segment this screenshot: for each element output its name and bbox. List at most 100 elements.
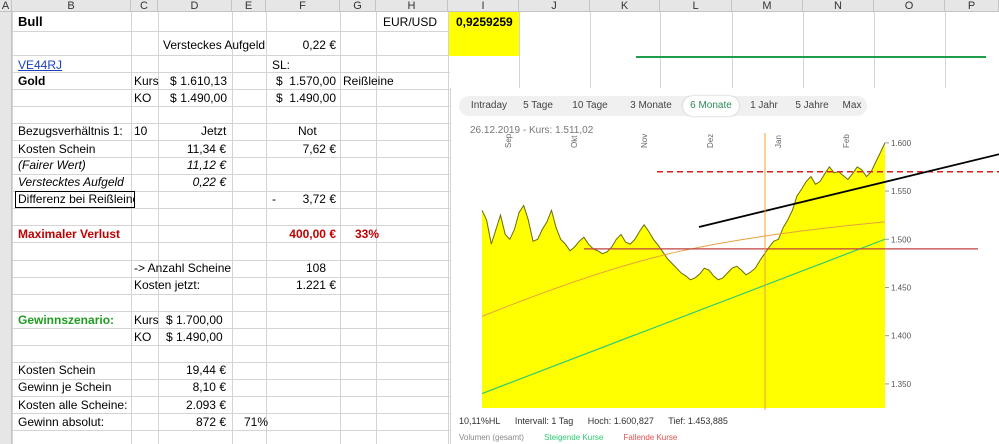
versteckt-label-cell[interactable]: Versteckes Aufgeld [163, 37, 265, 53]
gko-label-cell[interactable]: KO [134, 329, 151, 345]
legend-fallend: Fallende Kurse [623, 433, 678, 442]
kurs-label-cell[interactable]: Kurs [134, 73, 159, 89]
column-header-h[interactable]: H [376, 0, 448, 12]
differenz-value-cell[interactable]: 3,72 € [276, 191, 336, 207]
footer-hoch: Hoch: 1.600,827 [587, 416, 654, 426]
kostenjetzt-value-cell[interactable]: 1.221 € [276, 277, 336, 293]
bezug-value-cell[interactable]: 10 [134, 123, 147, 139]
column-header-p[interactable]: P [945, 0, 999, 12]
month-label-sep: Sep [504, 133, 513, 148]
column-header-e[interactable]: E [232, 0, 266, 12]
chart-legend: Volumen (gesamt) Steigende Kurse Fallend… [459, 433, 695, 442]
column-header-n[interactable]: N [803, 0, 874, 12]
month-label-nov: Nov [640, 134, 649, 148]
gold-cell[interactable]: Gold [18, 73, 45, 89]
y-tick-label: 1.450 [891, 283, 912, 292]
chart-footer: 10,11%HL Intervall: 1 Tag Hoch: 1.600,82… [459, 416, 740, 426]
column-header-j[interactable]: J [519, 0, 590, 12]
column-header-o[interactable]: O [874, 0, 945, 12]
gabs-value-cell[interactable]: 872 € [160, 414, 226, 430]
grid-row-line [12, 31, 450, 32]
fairer-value-cell[interactable]: 11,12 € [160, 157, 226, 173]
grid-row-line [12, 328, 450, 329]
sl-value-cell[interactable]: 1.570,00 [276, 73, 336, 89]
footer-hl: 10,11%HL [459, 416, 501, 426]
price-area [482, 142, 885, 409]
column-header-a[interactable]: A [0, 0, 12, 12]
grid-row-line [12, 345, 450, 346]
rate-value-cell[interactable]: 0,9259259 [456, 14, 513, 30]
month-label-feb: Feb [842, 134, 851, 148]
gko-value-cell[interactable]: $ 1.490,00 [166, 329, 223, 345]
column-header-b[interactable]: B [12, 0, 131, 12]
gabs-label-cell[interactable]: Gewinn absolut: [18, 414, 104, 430]
grid-row-line [12, 242, 450, 243]
y-tick-label: 1.350 [891, 380, 912, 389]
y-tick-label: 1.550 [891, 187, 912, 196]
kosten-not-cell[interactable]: 7,62 € [276, 141, 336, 157]
gjeschein-value-cell[interactable]: 8,10 € [160, 379, 226, 395]
jetzt-header-cell[interactable]: Jetzt [201, 123, 226, 139]
gkurs-value-cell[interactable]: $ 1.700,00 [166, 312, 223, 328]
fairer-label-cell[interactable]: (Fairer Wert) [18, 157, 86, 173]
gold-price-chart[interactable]: Intraday 5 Tage 10 Tage 3 Monate 6 Monat… [450, 88, 999, 444]
grid-row-line [12, 208, 450, 209]
maxverlust-value-cell[interactable]: 400,00 € [270, 226, 336, 242]
versteckt-value-cell[interactable]: 0,22 € [276, 37, 336, 53]
galle-label-cell[interactable]: Kosten alle Scheine: [18, 397, 127, 413]
row-header-strip [0, 12, 12, 444]
y-tick-label: 1.500 [891, 235, 912, 244]
kosten-jetzt-cell[interactable]: 11,34 € [160, 141, 226, 157]
wkn-link[interactable]: VE44RJ [18, 57, 62, 73]
column-header-d[interactable]: D [158, 0, 232, 12]
column-header-c[interactable]: C [131, 0, 158, 12]
rate-label-cell[interactable]: EUR/USD [383, 14, 437, 30]
differenz-label-cell[interactable]: Differenz bei Reißleine [18, 191, 135, 207]
ko-value-cell[interactable]: 1.490,00 [176, 90, 227, 106]
grid-row-line [12, 294, 450, 295]
reissleine-cell[interactable]: Reißleine [343, 73, 394, 89]
gabs-pct-cell[interactable]: 71% [244, 414, 268, 430]
month-label-okt: Okt [570, 135, 579, 148]
month-label-jan: Jan [774, 135, 783, 148]
anzahl-value-cell[interactable]: 108 [276, 260, 326, 276]
gjeschein-label-cell[interactable]: Gewinn je Schein [18, 379, 111, 395]
galle-value-cell[interactable]: 2.093 € [160, 397, 226, 413]
grid-row-line [12, 89, 450, 90]
chart-plot: Sep Okt Nov Dez Jan Feb 1.600 1.550 1.500 1.450 1.… [481, 133, 999, 410]
ko-not-value-cell[interactable]: 1.490,00 [276, 90, 336, 106]
grid-row-line [12, 430, 450, 431]
grid-row-line [12, 55, 450, 56]
kostenjetzt-label-cell[interactable]: Kosten jetzt: [134, 277, 200, 293]
bezug-label-cell[interactable]: Bezugsverhältnis 1: [18, 123, 123, 139]
kosten-label-cell[interactable]: Kosten Schein [18, 141, 95, 157]
versteckt2-value-cell[interactable]: 0,22 € [160, 174, 226, 190]
versteckt2-label-cell[interactable]: Verstecktes Aufgeld [18, 174, 124, 190]
column-header-g[interactable]: G [340, 0, 376, 12]
ko-label-cell[interactable]: KO [134, 90, 151, 106]
anzahl-label-cell[interactable]: -> Anzahl Scheine [134, 260, 231, 276]
kurs-value-cell[interactable]: 1.610,13 [176, 73, 227, 89]
footer-interval: Intervall: 1 Tag [514, 416, 574, 426]
sl-label-cell[interactable]: SL: [272, 57, 290, 73]
gkurs-label-cell[interactable]: Kurs [134, 312, 159, 328]
maxverlust-label-cell[interactable]: Maximaler Verlust [18, 226, 120, 242]
spreadsheet[interactable]: ABCDEFGHIJKLMNOP Bull EUR/USD 0,9259259 … [0, 0, 999, 444]
column-header-i[interactable]: I [448, 0, 519, 12]
month-label-dez: Dez [706, 134, 715, 148]
y-tick-label: 1.400 [891, 332, 912, 341]
maxverlust-pct-cell[interactable]: 33% [355, 226, 379, 242]
footer-tief: Tief: 1.453,885 [668, 416, 728, 426]
column-header-m[interactable]: M [732, 0, 803, 12]
y-tick-label: 1.600 [891, 139, 912, 148]
gkosten-label-cell[interactable]: Kosten Schein [18, 362, 95, 378]
gewinn-label-cell[interactable]: Gewinnszenario: [18, 312, 114, 328]
gkosten-value-cell[interactable]: 19,44 € [160, 362, 226, 378]
legend-volumen: Volumen (gesamt) [459, 433, 524, 442]
title-cell[interactable]: Bull [18, 14, 43, 30]
green-line-shape [636, 56, 986, 58]
column-header-f[interactable]: F [266, 0, 340, 12]
not-header-cell[interactable]: Not [298, 123, 317, 139]
column-header-l[interactable]: L [660, 0, 732, 12]
column-header-k[interactable]: K [590, 0, 660, 12]
